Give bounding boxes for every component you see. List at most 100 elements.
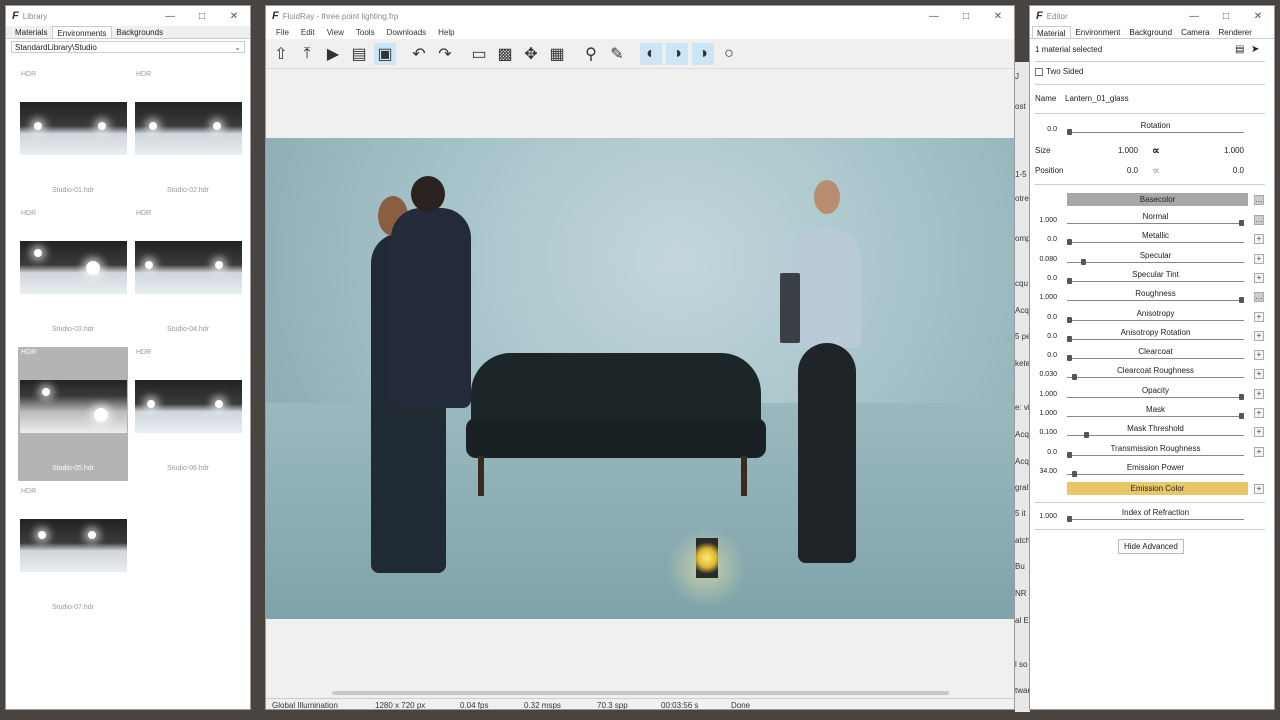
save-material-icon[interactable]: ▤ <box>1235 44 1244 55</box>
add-button[interactable]: + <box>1254 427 1264 437</box>
add-button[interactable]: + <box>1254 254 1264 264</box>
select-region-icon[interactable]: ▩ <box>494 43 516 65</box>
library-path-select[interactable]: StandardLibrary\Studio ⌄ <box>11 41 245 53</box>
link-proportions-icon[interactable]: ∝ <box>1152 144 1160 157</box>
material-name-field[interactable]: Lantern_01_glass <box>1061 91 1247 104</box>
slider-knob[interactable] <box>1239 220 1244 226</box>
property-slider[interactable]: Opacity <box>1067 386 1244 400</box>
menu-help[interactable]: Help <box>432 26 460 39</box>
ior-slider[interactable]: Index of Refraction <box>1067 508 1244 522</box>
zoom-icon[interactable]: ⚲ <box>580 43 602 65</box>
slider-knob[interactable] <box>1081 259 1086 265</box>
add-button[interactable]: + <box>1254 447 1264 457</box>
undo-icon[interactable]: ↶ <box>408 43 430 65</box>
redo-icon[interactable]: ↷ <box>434 43 456 65</box>
property-value[interactable]: 0.030 <box>1035 369 1059 382</box>
size-x-field[interactable]: 1.000 <box>1067 143 1142 156</box>
slider-knob[interactable] <box>1239 297 1244 303</box>
environment-item[interactable]: HDR Studio-07.hdr <box>18 486 128 620</box>
tab-environments[interactable]: Environments <box>52 26 113 38</box>
rotation-value[interactable]: 0.0 <box>1035 124 1059 137</box>
hide-advanced-button[interactable]: Hide Advanced <box>1118 539 1184 554</box>
property-slider[interactable]: Specular Tint <box>1067 270 1244 284</box>
add-button[interactable]: + <box>1254 234 1264 244</box>
save-icon[interactable]: ▣ <box>374 42 396 65</box>
position-x-field[interactable]: 0.0 <box>1067 163 1142 176</box>
grid-pattern-icon[interactable]: ▦ <box>546 43 568 65</box>
tab-background[interactable]: Background <box>1125 26 1177 38</box>
contrast-center-icon[interactable]: ◑ <box>666 42 688 65</box>
environment-item[interactable]: HDR Studio-03.hdr <box>18 208 128 342</box>
tab-materials[interactable]: Materials <box>11 26 52 38</box>
move-icon[interactable]: ✥ <box>520 43 542 65</box>
environment-item[interactable]: HDR Studio-02.hdr <box>133 69 243 203</box>
property-slider[interactable]: Specular <box>1067 251 1244 265</box>
property-slider[interactable]: Mask Threshold <box>1067 424 1244 438</box>
menu-view[interactable]: View <box>321 26 350 39</box>
circle-icon[interactable]: ○ <box>718 43 740 65</box>
close-button[interactable]: ✕ <box>982 6 1014 26</box>
environment-item[interactable]: HDR Studio-01.hdr <box>18 69 128 203</box>
property-value[interactable]: 1.000 <box>1035 215 1059 228</box>
property-value[interactable]: 0.0 <box>1035 350 1059 363</box>
environment-item[interactable]: HDR Studio-06.hdr <box>133 347 243 481</box>
contrast-left-icon[interactable]: ◐ <box>640 42 662 65</box>
add-button[interactable]: + <box>1254 273 1264 283</box>
property-slider[interactable]: Anisotropy <box>1067 309 1244 323</box>
property-slider[interactable]: Mask <box>1067 405 1244 419</box>
slider-knob[interactable] <box>1239 394 1244 400</box>
menu-file[interactable]: File <box>270 26 295 39</box>
property-value[interactable]: 0.0 <box>1035 312 1059 325</box>
position-y-field[interactable]: 0.0 <box>1171 163 1248 176</box>
rotation-slider[interactable]: Rotation <box>1067 121 1244 135</box>
minimize-button[interactable]: — <box>918 6 950 26</box>
tab-renderer[interactable]: Renderer <box>1215 26 1257 38</box>
property-value[interactable]: 1.000 <box>1035 408 1059 421</box>
two-sided-checkbox[interactable]: Two Sided <box>1035 67 1083 76</box>
slider-knob[interactable] <box>1067 452 1072 458</box>
add-button[interactable]: + <box>1254 484 1264 494</box>
send-icon[interactable]: ➤ <box>1251 44 1259 55</box>
minimize-button[interactable]: — <box>154 6 186 26</box>
tab-environment[interactable]: Environment <box>1071 26 1125 38</box>
emission-color-bar[interactable]: Emission Color <box>1067 482 1248 495</box>
property-value[interactable]: 0.0 <box>1035 447 1059 460</box>
property-slider[interactable]: Anisotropy Rotation <box>1067 328 1244 342</box>
link-proportions-icon[interactable]: ∝ <box>1152 164 1160 177</box>
menu-downloads[interactable]: Downloads <box>381 26 433 39</box>
window-icon[interactable]: ▭ <box>468 43 490 65</box>
add-button[interactable]: + <box>1254 331 1264 341</box>
slider-knob[interactable] <box>1067 516 1072 522</box>
property-slider[interactable]: Clearcoat <box>1067 347 1244 361</box>
property-value[interactable]: 0.100 <box>1035 427 1059 440</box>
environment-item[interactable]: HDR Studio-04.hdr <box>133 208 243 342</box>
add-button[interactable]: + <box>1254 389 1264 399</box>
checkbox-icon[interactable] <box>1035 67 1043 76</box>
render-canvas[interactable] <box>266 138 1014 619</box>
property-slider[interactable]: Metallic <box>1067 231 1244 245</box>
more-options-button[interactable]: … <box>1254 292 1264 302</box>
maximize-button[interactable]: □ <box>186 6 218 26</box>
property-value[interactable]: 0.0 <box>1035 234 1059 247</box>
add-button[interactable]: + <box>1254 350 1264 360</box>
contrast-right-icon[interactable]: ◑ <box>692 42 714 65</box>
maximize-button[interactable]: □ <box>950 6 982 26</box>
tab-backgrounds[interactable]: Backgrounds <box>112 26 168 38</box>
ior-value[interactable]: 1.000 <box>1035 511 1059 524</box>
property-value[interactable]: 0.0 <box>1035 273 1059 286</box>
property-slider[interactable]: Transmission Roughness <box>1067 444 1244 458</box>
film-strip-icon[interactable]: ▤ <box>348 43 370 65</box>
tab-camera[interactable]: Camera <box>1177 26 1214 38</box>
property-value[interactable]: 0.0 <box>1035 331 1059 344</box>
close-button[interactable]: ✕ <box>1242 6 1274 26</box>
slider-knob[interactable] <box>1067 355 1072 361</box>
environment-item-selected[interactable]: HDR Studio-05.hdr <box>18 347 128 481</box>
upload-multiple-icon[interactable]: ⤒ <box>296 43 318 65</box>
add-button[interactable]: + <box>1254 369 1264 379</box>
close-button[interactable]: ✕ <box>218 6 250 26</box>
more-options-button[interactable]: … <box>1254 215 1264 225</box>
slider-knob[interactable] <box>1072 471 1077 477</box>
slider-knob[interactable] <box>1072 374 1077 380</box>
slider-knob[interactable] <box>1084 432 1089 438</box>
add-button[interactable]: + <box>1254 408 1264 418</box>
